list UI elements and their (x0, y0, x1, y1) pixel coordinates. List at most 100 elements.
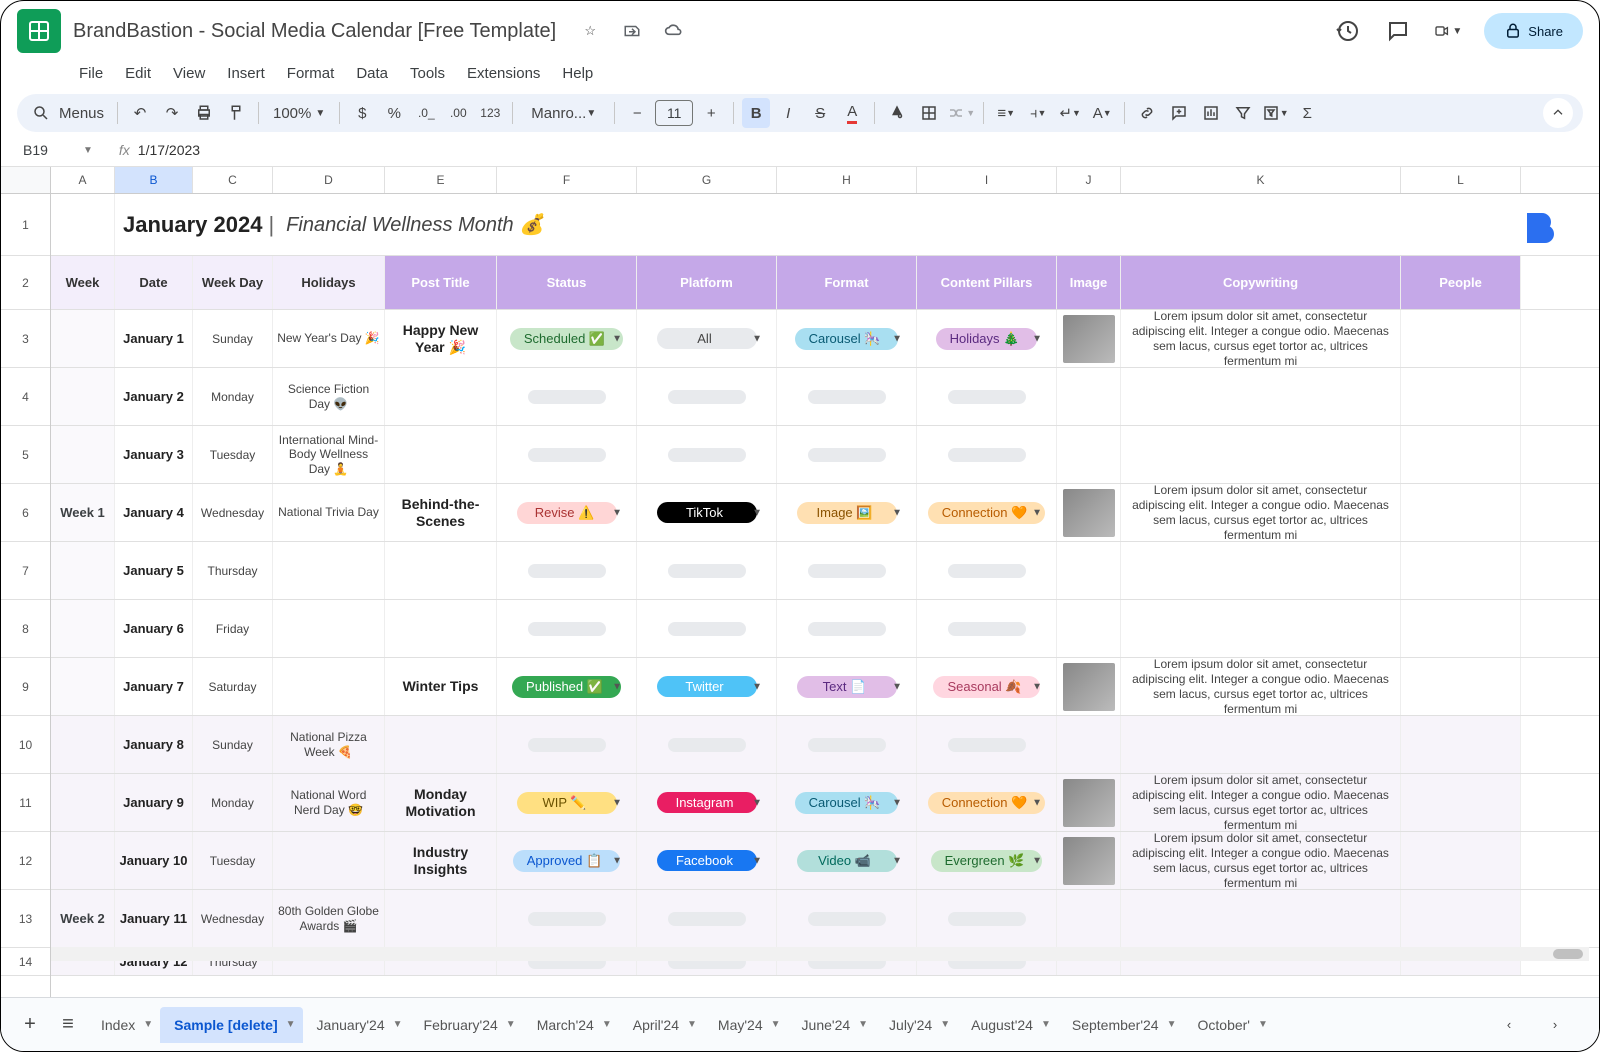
chip[interactable]: Seasonal 🍂 (933, 676, 1039, 698)
weekday-cell[interactable]: Tuesday (193, 426, 273, 483)
italic-icon[interactable]: I (774, 98, 802, 128)
format-cell[interactable]: Image 🖼️▼ (777, 484, 917, 541)
copy-cell[interactable] (1121, 426, 1401, 483)
pillar-cell[interactable]: Evergreen 🌿▼ (917, 832, 1057, 889)
share-button[interactable]: Share (1484, 13, 1583, 49)
chevron-down-icon[interactable]: ▼ (752, 507, 762, 518)
merge-icon[interactable]: ▼ (947, 98, 975, 128)
status-cell[interactable] (497, 426, 637, 483)
row-header[interactable]: 14 (1, 948, 50, 976)
menu-help[interactable]: Help (552, 61, 603, 86)
people-cell[interactable] (1401, 484, 1521, 541)
select-all-corner[interactable] (1, 167, 51, 193)
col-B[interactable]: B (115, 167, 193, 193)
chevron-down-icon[interactable]: ▼ (143, 1019, 153, 1030)
menu-data[interactable]: Data (346, 61, 398, 86)
chevron-down-icon[interactable]: ▼ (602, 1019, 612, 1030)
h-scrollbar[interactable] (51, 947, 1589, 961)
font-size-dec[interactable]: − (623, 98, 651, 128)
empty-pill[interactable] (808, 448, 886, 462)
menu-tools[interactable]: Tools (400, 61, 455, 86)
platform-cell[interactable]: Facebook▼ (637, 832, 777, 889)
post-title-cell[interactable] (385, 716, 497, 773)
chip[interactable]: Published ✅ (512, 676, 621, 698)
people-cell[interactable] (1401, 600, 1521, 657)
menu-edit[interactable]: Edit (115, 61, 161, 86)
holiday-cell[interactable] (273, 832, 385, 889)
platform-cell[interactable] (637, 716, 777, 773)
week-cell[interactable] (51, 542, 115, 599)
status-cell[interactable] (497, 542, 637, 599)
week-cell[interactable] (51, 426, 115, 483)
empty-pill[interactable] (528, 448, 606, 462)
chevron-down-icon[interactable]: ▼ (771, 1019, 781, 1030)
chevron-down-icon[interactable]: ▼ (892, 797, 902, 808)
menu-insert[interactable]: Insert (217, 61, 275, 86)
print-icon[interactable] (190, 98, 218, 128)
chip[interactable]: Revise ⚠️ (517, 502, 617, 524)
chevron-down-icon[interactable]: ▼ (687, 1019, 697, 1030)
row-header[interactable]: 3 (1, 310, 50, 368)
hdr-status[interactable]: Status (497, 256, 637, 309)
undo-icon[interactable]: ↶ (126, 98, 154, 128)
empty-pill[interactable] (528, 564, 606, 578)
chip[interactable]: Carousel 🎠 (795, 328, 899, 350)
holiday-cell[interactable] (273, 600, 385, 657)
post-title-cell[interactable] (385, 890, 497, 947)
format-cell[interactable] (777, 368, 917, 425)
weekday-cell[interactable]: Friday (193, 600, 273, 657)
post-title-cell[interactable]: Monday Motivation (385, 774, 497, 831)
pillar-cell[interactable] (917, 600, 1057, 657)
hdr-post[interactable]: Post Title (385, 256, 497, 309)
sheet-tab[interactable]: July'24▼ (875, 1007, 957, 1043)
image-cell[interactable] (1057, 890, 1121, 947)
chip[interactable]: Text 📄 (797, 676, 897, 698)
hdr-holidays[interactable]: Holidays (273, 256, 385, 309)
image-cell[interactable] (1057, 600, 1121, 657)
name-box[interactable]: B19 (19, 140, 75, 160)
empty-pill[interactable] (948, 912, 1026, 926)
post-title-cell[interactable] (385, 542, 497, 599)
collapse-toolbar-icon[interactable] (1543, 98, 1573, 128)
copy-cell[interactable]: Lorem ipsum dolor sit amet, consectetur … (1121, 658, 1401, 715)
chevron-down-icon[interactable]: ▼ (1032, 333, 1042, 344)
chevron-down-icon[interactable]: ▼ (858, 1019, 868, 1030)
col-G[interactable]: G (637, 167, 777, 193)
chevron-down-icon[interactable]: ▼ (892, 333, 902, 344)
sheet-tab[interactable]: October'▼ (1184, 1007, 1275, 1043)
holiday-cell[interactable]: National Trivia Day (273, 484, 385, 541)
week-cell[interactable] (51, 716, 115, 773)
col-K[interactable]: K (1121, 167, 1401, 193)
empty-pill[interactable] (528, 912, 606, 926)
status-cell[interactable] (497, 890, 637, 947)
bold-icon[interactable]: B (742, 98, 770, 128)
pillar-cell[interactable] (917, 716, 1057, 773)
history-icon[interactable] (1334, 17, 1362, 45)
image-cell[interactable] (1057, 832, 1121, 889)
all-sheets-icon[interactable]: ≡ (49, 1006, 87, 1044)
pillar-cell[interactable]: Connection 🧡▼ (917, 774, 1057, 831)
weekday-cell[interactable]: Wednesday (193, 890, 273, 947)
chip[interactable]: Connection 🧡 (928, 502, 1046, 524)
dec-increase-icon[interactable]: .00 (444, 98, 472, 128)
chevron-down-icon[interactable]: ▼ (1041, 1019, 1051, 1030)
image-cell[interactable] (1057, 368, 1121, 425)
image-cell[interactable] (1057, 716, 1121, 773)
chip[interactable]: Image 🖼️ (797, 502, 897, 524)
empty-pill[interactable] (668, 738, 746, 752)
image-cell[interactable] (1057, 542, 1121, 599)
sheet-tab[interactable]: Index▼ (87, 1007, 160, 1043)
menu-extensions[interactable]: Extensions (457, 61, 550, 86)
chevron-down-icon[interactable]: ▼ (612, 797, 622, 808)
format-cell[interactable]: Video 📹▼ (777, 832, 917, 889)
platform-cell[interactable] (637, 600, 777, 657)
people-cell[interactable] (1401, 774, 1521, 831)
empty-pill[interactable] (668, 448, 746, 462)
people-cell[interactable] (1401, 716, 1521, 773)
image-cell[interactable] (1057, 310, 1121, 367)
hdr-week[interactable]: Week (51, 256, 115, 309)
chevron-down-icon[interactable]: ▼ (506, 1019, 516, 1030)
image-cell[interactable] (1057, 658, 1121, 715)
row-header[interactable]: 5 (1, 426, 50, 484)
chip[interactable]: Scheduled ✅ (510, 328, 623, 350)
